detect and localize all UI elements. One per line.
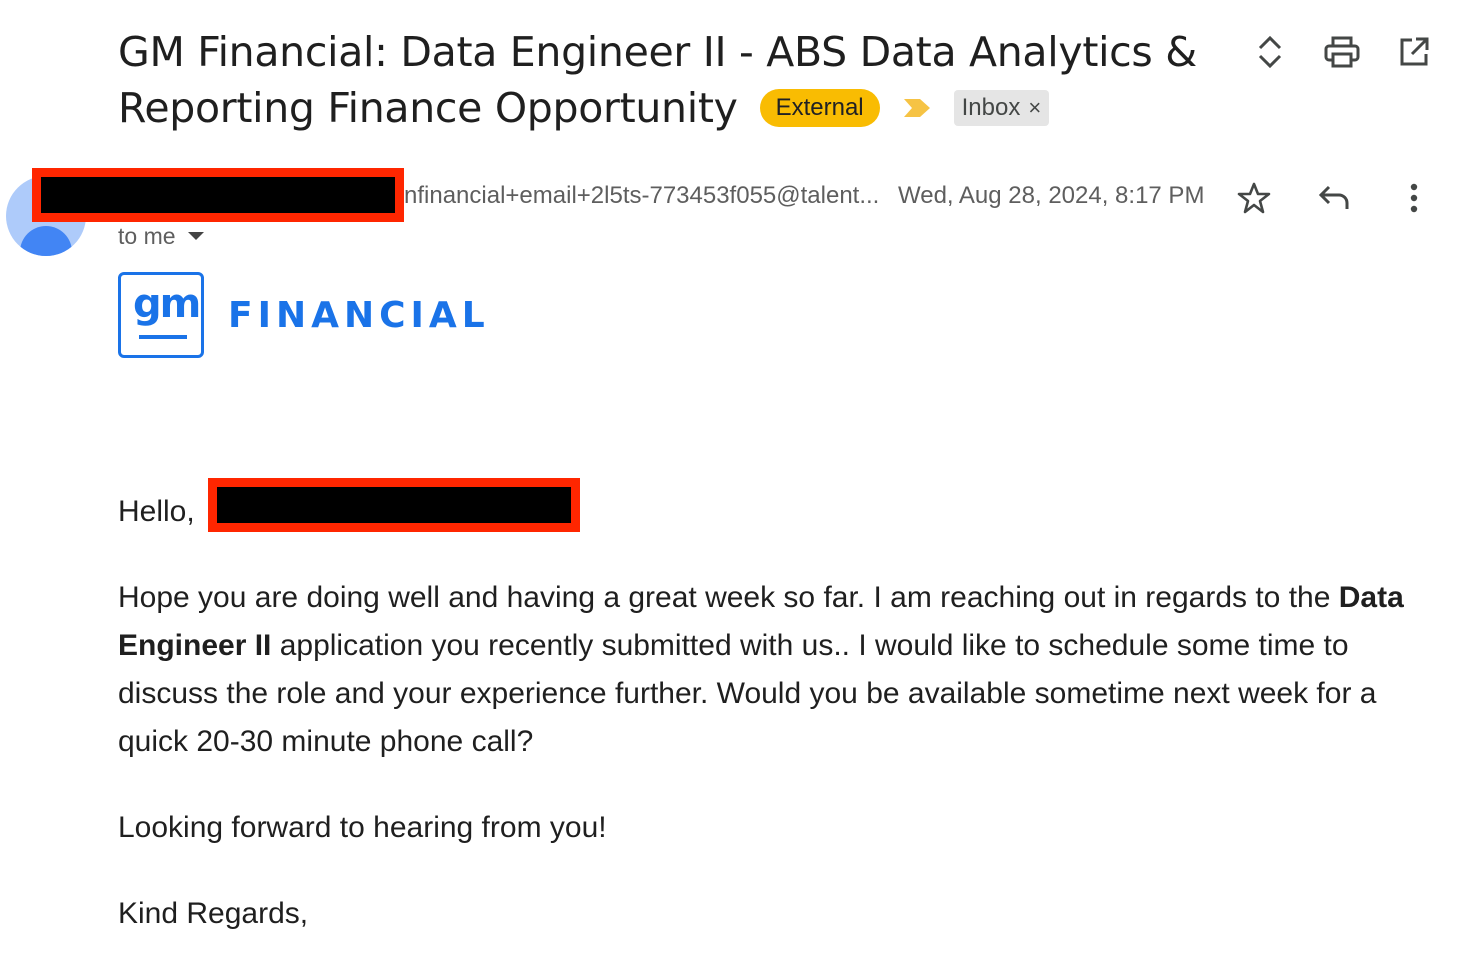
importance-marker-icon[interactable] [903,97,932,119]
redacted-sender-name [32,168,404,222]
body-paragraph-2: Looking forward to hearing from you! [118,811,607,844]
email-subject: GM Financial: Data Engineer II - ABS Dat… [118,24,1198,136]
subject-line-2: Reporting Finance Opportunity External I… [118,80,1198,136]
gm-logo-underline [139,335,187,339]
gm-financial-logo: gm FINANCIAL [118,272,490,358]
recipient-text: to me [118,223,176,249]
logo-wordmark: FINANCIAL [228,294,490,336]
external-label: External [759,89,880,127]
print-icon[interactable] [1322,32,1362,72]
gm-logo-mark: gm [118,272,204,358]
reply-icon[interactable] [1314,178,1354,218]
body-paragraph-1: Hope you are doing well and having a gre… [118,574,1438,766]
subject-line-2-text: Reporting Finance Opportunity [118,84,738,132]
greeting: Hello, [118,495,195,528]
remove-label-icon[interactable]: × [1028,90,1041,126]
recipient-details[interactable]: to me [118,220,204,252]
closing: Kind Regards, [118,897,309,930]
avatar-body [20,226,72,256]
message-date: Wed, Aug 28, 2024, 8:17 PM [898,182,1205,209]
more-options-icon[interactable] [1394,178,1434,218]
subject-line-1: GM Financial: Data Engineer II - ABS Dat… [118,28,1197,76]
star-icon[interactable] [1234,178,1274,218]
inbox-label: Inbox × [953,90,1050,126]
redacted-recipient-name [208,478,580,532]
gm-logo-text: gm [133,281,201,327]
open-in-new-window-icon[interactable] [1394,32,1434,72]
para1-post: application you recently submitted with … [118,629,1377,758]
para1-pre: Hope you are doing well and having a gre… [118,581,1339,614]
chevron-down-icon[interactable] [187,232,204,240]
expand-collapse-icon[interactable] [1250,32,1290,72]
inbox-label-text: Inbox [961,94,1021,121]
sender-email[interactable]: nfinancial+email+2l5ts-773453f055@talent… [404,180,884,212]
